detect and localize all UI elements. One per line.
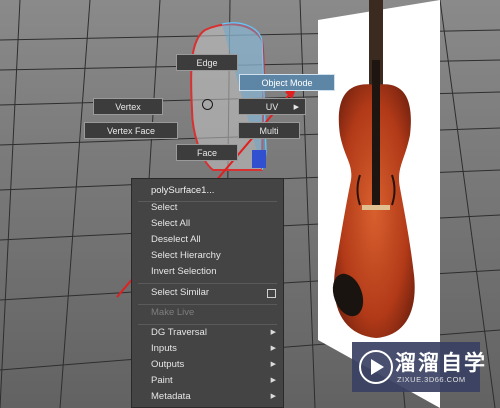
menu-item-invert-selection[interactable]: Invert Selection <box>132 264 283 280</box>
menu-item-metadata-label: Metadata <box>151 391 191 402</box>
menu-item-select-all[interactable]: Select All <box>132 216 283 232</box>
hotbox-center-icon <box>202 99 213 110</box>
menu-item-select-similar[interactable]: Select Similar <box>132 285 283 301</box>
watermark-name: 溜溜自学 <box>395 351 487 375</box>
watermark-logo: 溜溜自学 ZIXUE.3D66.COM <box>352 342 485 392</box>
hotbox-vertex-face[interactable]: Vertex Face <box>84 122 178 139</box>
watermark-url: ZIXUE.3D66.COM <box>397 375 466 384</box>
hotbox-face[interactable]: Face <box>176 144 238 161</box>
menu-item-dg-traversal-label: DG Traversal <box>151 327 207 338</box>
menu-divider <box>138 283 277 284</box>
triangle-right-icon: ▶ <box>270 329 276 336</box>
triangle-right-icon: ▶ <box>270 361 276 368</box>
context-menu: polySurface1... Select Select All Desele… <box>131 178 284 408</box>
menu-item-dg-traversal[interactable]: DG Traversal ▶ <box>132 325 283 341</box>
menu-item-make-live: Make Live <box>151 307 195 318</box>
menu-item-outputs[interactable]: Outputs ▶ <box>132 357 283 373</box>
menu-item-deselect-all[interactable]: Deselect All <box>132 232 283 248</box>
menu-item-inputs-label: Inputs <box>151 343 177 354</box>
menu-item-select[interactable]: Select <box>132 200 283 216</box>
triangle-right-icon: ▶ <box>293 104 299 111</box>
menu-item-metadata[interactable]: Metadata ▶ <box>132 389 283 405</box>
menu-item-outputs-label: Outputs <box>151 359 185 370</box>
hotbox-edge[interactable]: Edge <box>176 54 238 71</box>
menu-item-select-similar-label: Select Similar <box>151 287 210 298</box>
menu-title: polySurface1... <box>151 185 215 196</box>
option-box-icon[interactable] <box>267 289 276 298</box>
triangle-right-icon: ▶ <box>270 393 276 400</box>
hotbox-multi[interactable]: Multi <box>238 122 300 139</box>
maya-viewport[interactable]: Edge Object Mode Vertex UV ▶ Vertex Face… <box>0 0 500 408</box>
hotbox-object-mode[interactable]: Object Mode <box>239 74 335 91</box>
menu-item-paint-label: Paint <box>151 375 173 386</box>
triangle-right-icon: ▶ <box>270 345 276 352</box>
triangle-right-icon: ▶ <box>270 377 276 384</box>
hotbox-uv-label: UV <box>265 102 279 112</box>
hotbox-uv[interactable]: UV ▶ <box>238 98 306 115</box>
menu-item-paint[interactable]: Paint ▶ <box>132 373 283 389</box>
hotbox-vertex[interactable]: Vertex <box>93 98 163 115</box>
menu-item-select-hierarchy[interactable]: Select Hierarchy <box>132 248 283 264</box>
menu-item-inputs[interactable]: Inputs ▶ <box>132 341 283 357</box>
play-logo-icon <box>359 350 393 384</box>
